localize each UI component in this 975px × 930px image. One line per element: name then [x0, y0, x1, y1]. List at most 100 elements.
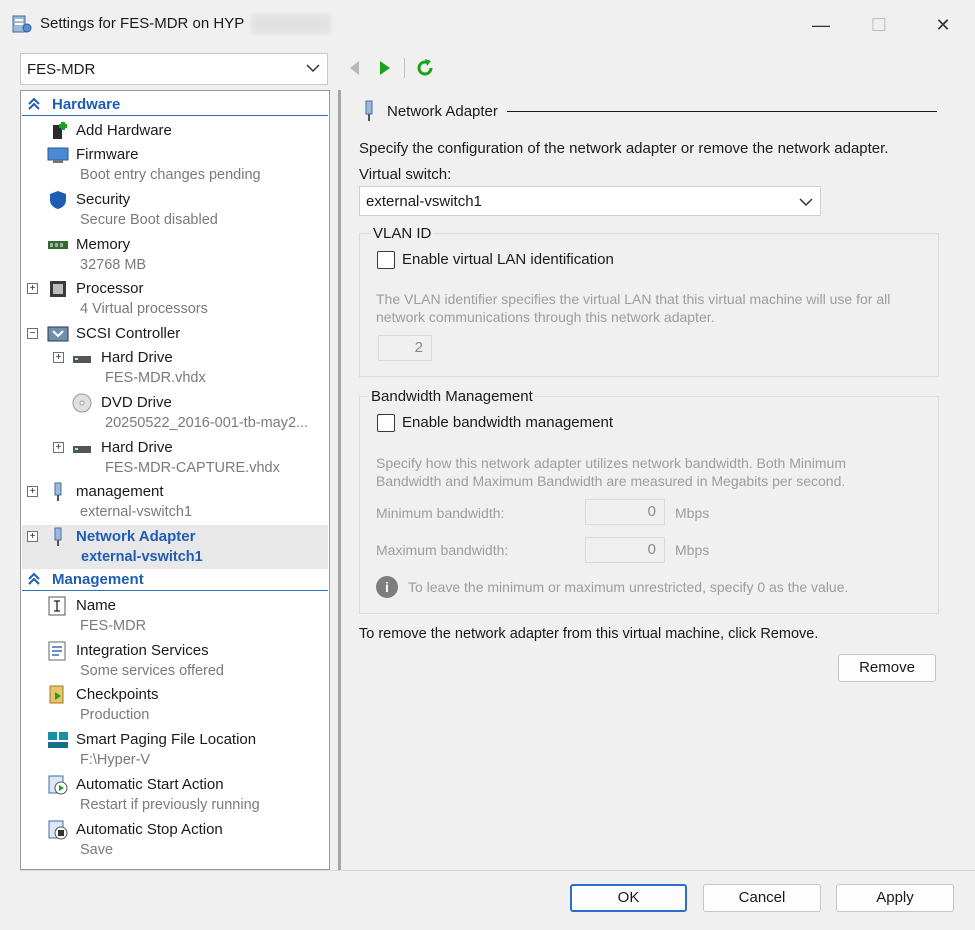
virtual-switch-dropdown[interactable]: external-vswitch1	[359, 186, 821, 216]
expand-plus-icon[interactable]: +	[53, 352, 64, 363]
settings-app-icon	[12, 15, 32, 33]
enable-vlan-checkbox[interactable]	[377, 251, 395, 269]
tree-item-add-hardware[interactable]: Add Hardware	[21, 119, 321, 143]
virtual-switch-label: Virtual switch:	[359, 166, 452, 183]
enable-bandwidth-label[interactable]: Enable bandwidth management	[402, 414, 613, 431]
window-title: Settings for FES-MDR on HYP	[40, 15, 245, 32]
tree-item-label: Processor	[76, 280, 144, 297]
remove-instruction-text: To remove the network adapter from this …	[359, 626, 819, 642]
maximize-button[interactable]: ☐	[866, 12, 892, 38]
hardware-section-label: Hardware	[52, 96, 121, 113]
tree-item-hard-drive[interactable]: + Hard Drive FES-MDR-CAPTURE.vhdx	[21, 436, 321, 480]
network-adapter-icon	[54, 482, 62, 501]
tree-item-scsi-controller[interactable]: − SCSI Controller	[21, 322, 321, 346]
tree-item-label: Integration Services	[76, 642, 209, 659]
automatic-start-icon	[48, 775, 68, 795]
tree-item-label: Automatic Start Action	[76, 776, 224, 793]
title-bar: Settings for FES-MDR on HYP — ☐ ✕	[0, 0, 975, 50]
tree-item-processor[interactable]: + Processor 4 Virtual processors	[21, 277, 321, 321]
tree-item-label: Smart Paging File Location	[76, 731, 257, 748]
tree-item-label: Name	[76, 597, 117, 614]
forward-arrow-icon[interactable]	[374, 56, 396, 80]
collapse-chevron-icon	[28, 572, 40, 585]
vlan-group-title: VLAN ID	[371, 225, 434, 242]
vlan-identifier-input[interactable]: 2	[378, 335, 432, 361]
tree-item-network-adapter-selected[interactable]: + Network Adapter external-vswitch1	[22, 525, 328, 569]
maximum-bandwidth-input[interactable]: 0	[585, 537, 665, 563]
tree-item-security[interactable]: Security Secure Boot disabled	[21, 188, 321, 232]
maximum-bandwidth-unit: Mbps	[675, 542, 710, 558]
tree-item-label: SCSI Controller	[76, 325, 181, 342]
cancel-button[interactable]: Cancel	[703, 884, 821, 912]
tree-item-dvd-drive[interactable]: DVD Drive 20250522_2016-001-tb-may2...	[21, 391, 321, 435]
minimum-bandwidth-input[interactable]: 0	[585, 499, 665, 525]
collapse-chevron-icon	[28, 97, 40, 110]
hard-drive-icon	[73, 356, 91, 363]
remove-button[interactable]: Remove	[838, 654, 936, 682]
refresh-icon[interactable]	[414, 56, 436, 80]
management-section-header[interactable]: Management	[22, 569, 328, 591]
panel-description: Specify the configuration of the network…	[359, 140, 889, 157]
tree-item-checkpoints[interactable]: Checkpoints Production	[21, 683, 321, 727]
enable-bandwidth-checkbox[interactable]	[377, 414, 395, 432]
tree-item-label: management	[76, 483, 164, 500]
maximum-bandwidth-label: Maximum bandwidth:	[376, 542, 509, 558]
hard-drive-icon	[73, 446, 91, 453]
tree-item-hard-drive[interactable]: + Hard Drive FES-MDR.vhdx	[21, 346, 321, 390]
tree-item-detail: Restart if previously running	[80, 797, 260, 813]
minimum-bandwidth-unit: Mbps	[675, 505, 710, 521]
tree-item-memory[interactable]: Memory 32768 MB	[21, 233, 321, 277]
apply-button[interactable]: Apply	[836, 884, 954, 912]
hardware-section-header[interactable]: Hardware	[22, 94, 328, 116]
expand-plus-icon[interactable]: +	[27, 531, 38, 542]
tree-item-label: Hard Drive	[101, 349, 173, 366]
smart-paging-icon	[48, 732, 68, 748]
bandwidth-help-line-2: Bandwidth and Maximum Bandwidth are meas…	[376, 473, 846, 489]
tree-item-detail: F:\Hyper-V	[80, 752, 151, 768]
collapse-minus-icon[interactable]: −	[27, 328, 38, 339]
expand-plus-icon[interactable]: +	[53, 442, 64, 453]
vlan-help-line-1: The VLAN identifier specifies the virtua…	[376, 291, 891, 307]
tree-item-detail: Some services offered	[80, 663, 224, 679]
management-section-label: Management	[52, 571, 144, 588]
processor-icon	[50, 281, 66, 297]
expand-plus-icon[interactable]: +	[27, 283, 38, 294]
tree-item-detail: 32768 MB	[80, 257, 147, 273]
tree-item-label: Firmware	[76, 146, 139, 163]
scsi-controller-icon	[47, 326, 69, 342]
memory-icon	[48, 241, 68, 249]
tree-item-label: Add Hardware	[76, 122, 172, 139]
tree-item-detail: FES-MDR-CAPTURE.vhdx	[105, 460, 280, 476]
back-arrow-icon[interactable]	[344, 56, 366, 80]
vm-selector-dropdown[interactable]: FES-MDR	[20, 53, 328, 85]
minimize-button[interactable]: —	[808, 12, 834, 38]
ok-button[interactable]: OK	[570, 884, 687, 912]
enable-vlan-label[interactable]: Enable virtual LAN identification	[402, 251, 614, 268]
tree-item-name[interactable]: Name FES-MDR	[21, 594, 321, 638]
tree-item-detail: Save	[80, 842, 114, 858]
tree-item-firmware[interactable]: Firmware Boot entry changes pending	[21, 143, 321, 187]
tree-item-network-adapter-management[interactable]: + management external-vswitch1	[21, 480, 321, 524]
tree-item-detail: external-vswitch1	[80, 504, 193, 520]
tree-item-detail: FES-MDR.vhdx	[105, 370, 206, 386]
info-icon: i	[376, 576, 398, 598]
name-field-icon	[48, 596, 66, 616]
tree-item-label: DVD Drive	[101, 394, 172, 411]
toolbar-divider	[404, 58, 405, 78]
vm-selector-value: FES-MDR	[27, 61, 96, 78]
integration-services-icon	[48, 641, 66, 661]
expand-plus-icon[interactable]: +	[27, 486, 38, 497]
settings-tree: Hardware Add Hardware Firmware Boot entr…	[20, 90, 330, 870]
tree-item-detail: 4 Virtual processors	[80, 301, 208, 317]
tree-item-smart-paging[interactable]: Smart Paging File Location F:\Hyper-V	[21, 728, 321, 772]
tree-item-automatic-stop-action[interactable]: Automatic Stop Action Save	[21, 818, 321, 862]
tree-item-integration-services[interactable]: Integration Services Some services offer…	[21, 639, 321, 683]
checkpoints-icon	[49, 685, 64, 704]
chevron-down-icon	[799, 198, 813, 207]
tree-item-label: Hard Drive	[101, 439, 173, 456]
close-button[interactable]: ✕	[930, 12, 956, 38]
add-hardware-icon	[53, 122, 67, 139]
shield-icon	[50, 191, 66, 209]
tree-item-automatic-start-action[interactable]: Automatic Start Action Restart if previo…	[21, 773, 321, 817]
footer-divider	[20, 870, 975, 871]
